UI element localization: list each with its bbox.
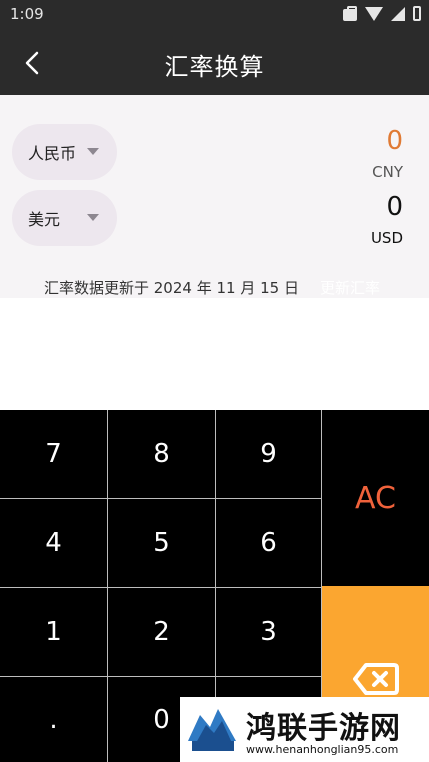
grid-divider xyxy=(0,587,321,588)
key-1[interactable]: 1 xyxy=(0,588,107,676)
key-3[interactable]: 3 xyxy=(216,588,321,676)
from-currency-code: CNY xyxy=(372,163,403,181)
key-6[interactable]: 6 xyxy=(216,499,321,587)
app-bar: 汇率换算 xyxy=(0,30,429,95)
battery-icon xyxy=(413,6,421,21)
status-icons xyxy=(343,6,421,21)
page-title: 汇率换算 xyxy=(164,53,265,81)
wifi-icon xyxy=(365,6,383,21)
status-bar: 1:09 xyxy=(0,0,429,30)
signal-icon xyxy=(391,6,405,21)
key-decimal[interactable]: . xyxy=(0,677,107,762)
caret-down-icon xyxy=(87,214,99,221)
to-currency-selector[interactable]: 美元 xyxy=(12,190,117,246)
to-currency-label: 美元 xyxy=(28,210,61,229)
status-time: 1:09 xyxy=(10,5,44,23)
briefcase-icon xyxy=(343,6,357,21)
key-7[interactable]: 7 xyxy=(0,410,107,498)
key-9[interactable]: 9 xyxy=(216,410,321,498)
backspace-icon xyxy=(352,663,399,695)
rate-update-row: 汇率数据更新于 2024 年 11 月 15 日 更新汇率 xyxy=(0,275,429,299)
key-5[interactable]: 5 xyxy=(108,499,215,587)
caret-down-icon xyxy=(87,148,99,155)
grid-divider xyxy=(0,676,321,677)
watermark-logo: 鸿联手游网 www.henanhonglian95.com xyxy=(180,697,429,762)
to-amount[interactable]: 0 xyxy=(386,192,403,222)
clear-all-button[interactable]: AC xyxy=(322,410,429,586)
converter-panel: 人民币 0 CNY 美元 0 USD xyxy=(0,95,429,298)
from-amount[interactable]: 0 xyxy=(386,126,403,156)
key-8[interactable]: 8 xyxy=(108,410,215,498)
to-currency-code: USD xyxy=(370,229,403,247)
watermark-url: www.henanhonglian95.com xyxy=(246,743,399,756)
update-rate-link[interactable]: 更新汇率 xyxy=(320,277,380,298)
bull-logo-icon xyxy=(184,701,240,757)
from-currency-label: 人民币 xyxy=(28,144,77,163)
grid-divider xyxy=(107,410,108,762)
key-2[interactable]: 2 xyxy=(108,588,215,676)
rate-update-text: 汇率数据更新于 2024 年 11 月 15 日 xyxy=(44,279,299,297)
from-currency-selector[interactable]: 人民币 xyxy=(12,124,117,180)
watermark-name: 鸿联手游网 xyxy=(246,711,401,746)
grid-divider xyxy=(0,498,321,499)
key-4[interactable]: 4 xyxy=(0,499,107,587)
